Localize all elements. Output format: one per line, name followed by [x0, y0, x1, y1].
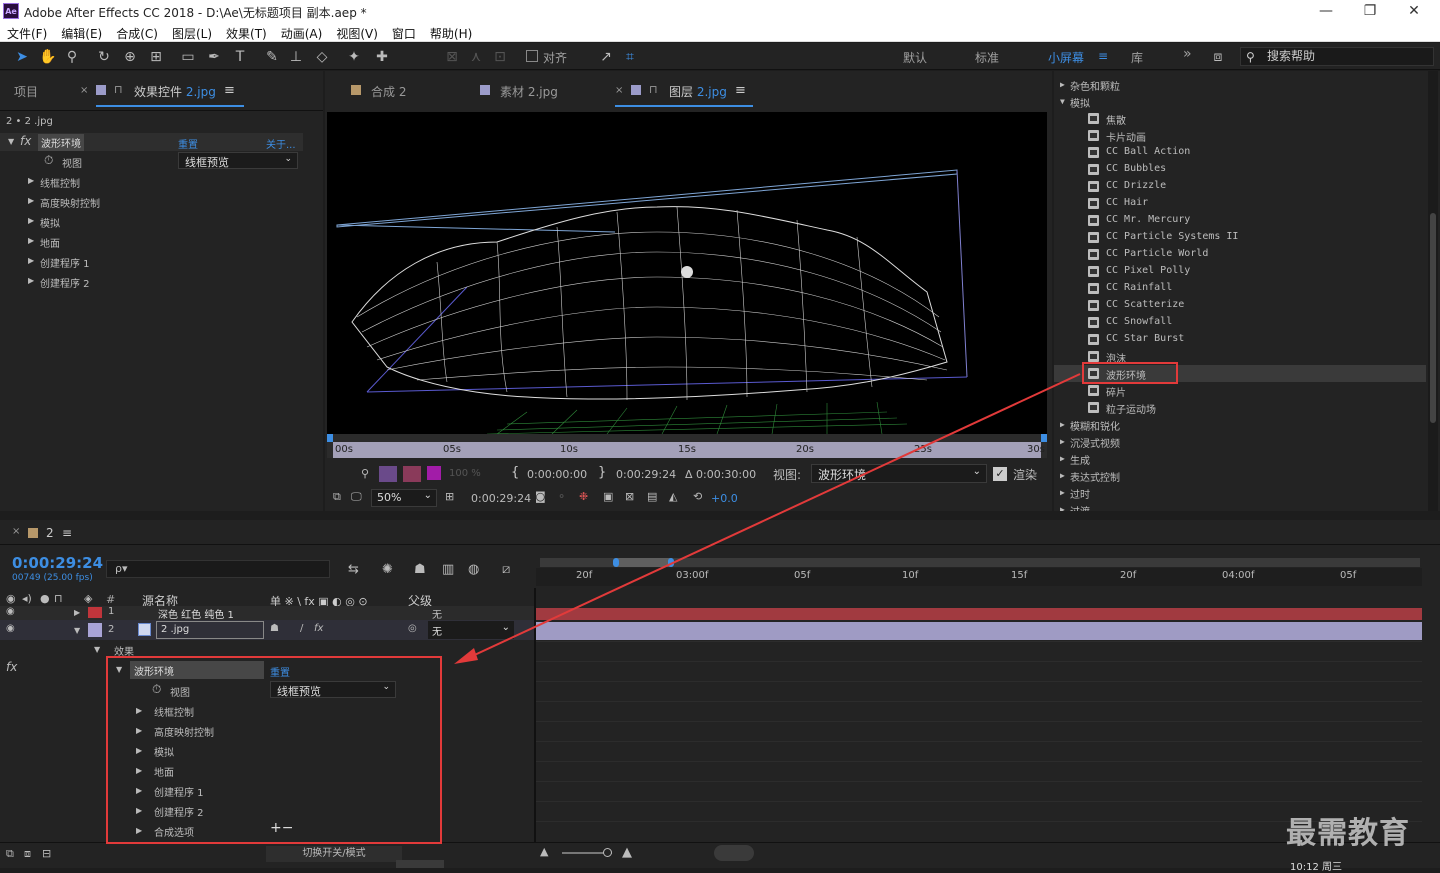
- annotation-arrow: [454, 373, 1081, 664]
- taskbar-clock: 10:12 周三: [1290, 862, 1342, 873]
- taskbar-strip: [396, 860, 444, 868]
- watermark: 最需教育: [1286, 816, 1410, 851]
